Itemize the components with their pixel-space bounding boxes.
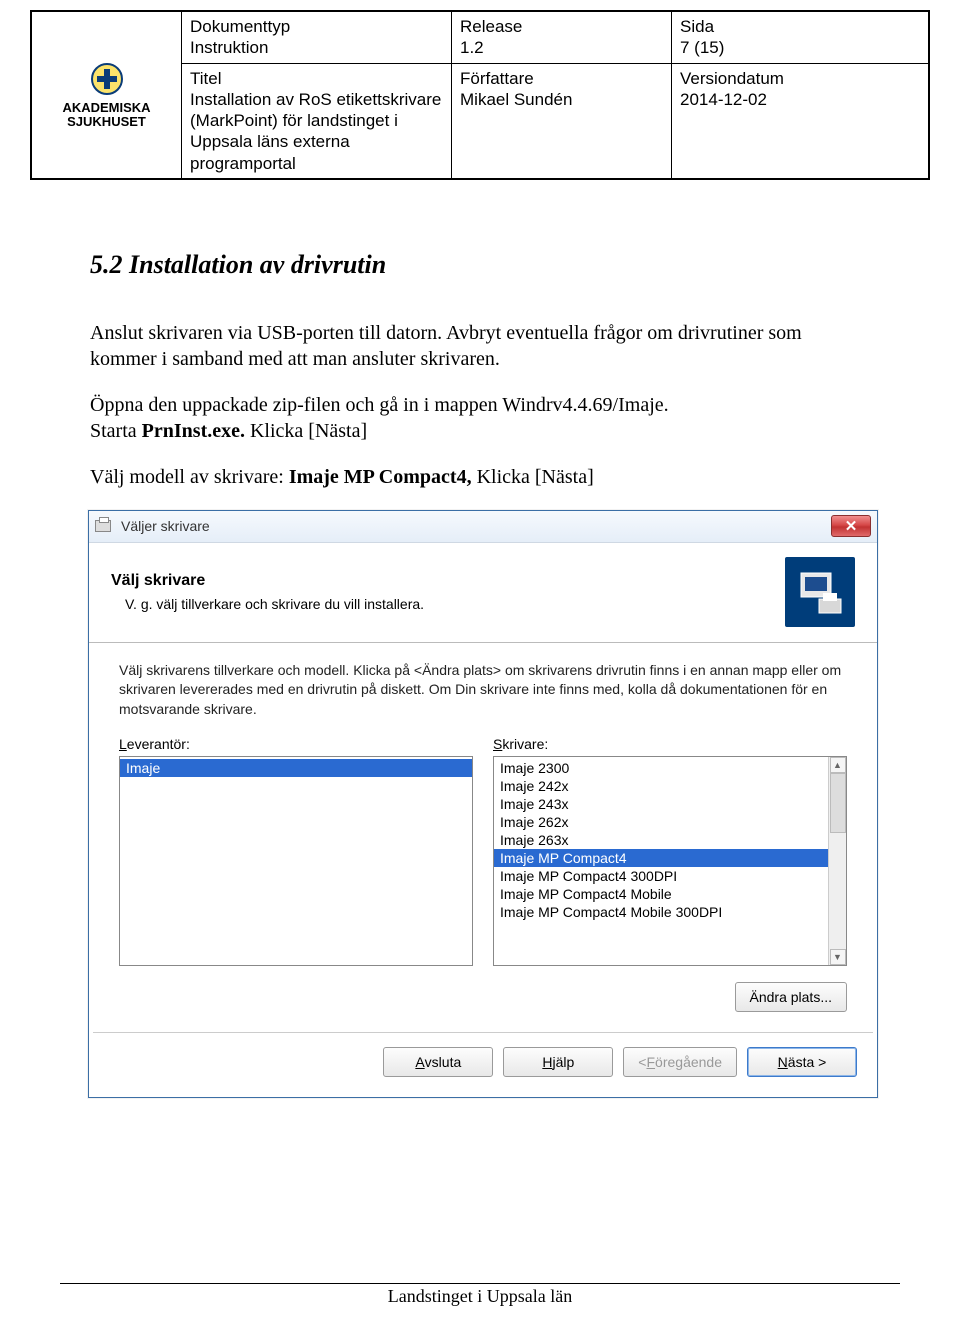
logo-line1: AKADEMISKA (62, 101, 150, 115)
close-button[interactable]: ✕ (831, 515, 871, 537)
release-label: Release (460, 16, 663, 37)
title-label: Titel (190, 68, 443, 89)
paragraph-2: Öppna den uppackade zip-filen och gå in … (90, 392, 870, 444)
change-location-button[interactable]: Ändra plats... (735, 982, 848, 1012)
paragraph-1: Anslut skrivaren via USB-porten till dat… (90, 320, 870, 372)
previous-button: < Föregående (623, 1047, 737, 1077)
printer-listbox[interactable]: Imaje 2300Imaje 242xImaje 243xImaje 262x… (493, 756, 847, 966)
title-value: Installation av RoS etikettskrivare (Mar… (190, 89, 443, 174)
printer-list-item[interactable]: Imaje MP Compact4 (494, 849, 828, 867)
printer-list-item[interactable]: Imaje 242x (494, 777, 828, 795)
dialog-title: Väljer skrivare (117, 518, 831, 534)
hospital-logo: AKADEMISKA SJUKHUSET (62, 61, 150, 130)
versiondate-cell: Versiondatum 2014-12-02 (672, 64, 928, 178)
page-label: Sida (680, 16, 920, 37)
dialog-titlebar[interactable]: Väljer skrivare ✕ (89, 511, 877, 543)
doctype-label: Dokumenttyp (190, 16, 443, 37)
doctype-value: Instruktion (190, 37, 443, 58)
banner-subtitle: V. g. välj tillverkare och skrivare du v… (125, 596, 785, 612)
author-label: Författare (460, 68, 663, 89)
printer-scrollbar[interactable]: ▲ ▼ (828, 757, 846, 965)
para2-post: Klicka [Nästa] (245, 420, 367, 442)
printer-list-item[interactable]: Imaje 263x (494, 831, 828, 849)
section-num: 5.2 (90, 250, 123, 279)
para3-bold: Imaje MP Compact4, (289, 466, 472, 488)
next-button[interactable]: Nästa > (747, 1047, 857, 1077)
page-footer: Landstinget i Uppsala län (60, 1283, 900, 1307)
vendor-label: Leverantör: (119, 736, 473, 752)
scroll-down-icon[interactable]: ▼ (830, 949, 846, 965)
computer-printer-icon (785, 557, 855, 627)
dialog-instructions: Välj skrivarens tillverkare och modell. … (89, 643, 877, 730)
section-heading: 5.2 Installation av drivrutin (90, 250, 930, 280)
printer-list-item[interactable]: Imaje MP Compact4 Mobile 300DPI (494, 903, 828, 921)
printer-list-item[interactable]: Imaje 262x (494, 813, 828, 831)
para2-bold: PrnInst.exe. (142, 420, 245, 442)
printer-wizard-dialog: Väljer skrivare ✕ Välj skrivare V. g. vä… (88, 510, 878, 1098)
section-title-text: Installation av drivrutin (129, 250, 386, 279)
para3-pre: Välj modell av skrivare: (90, 466, 289, 488)
scroll-up-icon[interactable]: ▲ (830, 757, 846, 773)
release-cell: Release 1.2 (452, 12, 672, 63)
author-cell: Författare Mikael Sundén (452, 64, 672, 178)
page-value: 7 (15) (680, 37, 920, 58)
printer-list-item[interactable]: Imaje MP Compact4 300DPI (494, 867, 828, 885)
vendor-list-item[interactable]: Imaje (120, 759, 472, 777)
versiondate-value: 2014-12-02 (680, 89, 920, 110)
dialog-banner: Välj skrivare V. g. välj tillverkare och… (89, 543, 877, 643)
versiondate-label: Versiondatum (680, 68, 920, 89)
vendor-listbox[interactable]: Imaje (119, 756, 473, 966)
page-cell: Sida 7 (15) (672, 12, 928, 63)
close-icon: ✕ (845, 517, 858, 535)
help-button[interactable]: Hjälp (503, 1047, 613, 1077)
paragraph-3: Välj modell av skrivare: Imaje MP Compac… (90, 464, 870, 490)
author-value: Mikael Sundén (460, 89, 663, 110)
printer-label: Skrivare: (493, 736, 847, 752)
banner-title: Välj skrivare (111, 572, 785, 590)
logo-cell: AKADEMISKA SJUKHUSET (32, 12, 182, 178)
exit-button[interactable]: Avsluta (383, 1047, 493, 1077)
printer-list-item[interactable]: Imaje MP Compact4 Mobile (494, 885, 828, 903)
title-cell: Titel Installation av RoS etikettskrivar… (182, 64, 452, 178)
para3-post: Klicka [Nästa] (472, 466, 594, 488)
release-value: 1.2 (460, 37, 663, 58)
scroll-thumb[interactable] (830, 773, 846, 833)
doc-header: AKADEMISKA SJUKHUSET Dokumenttyp Instruk… (30, 10, 930, 180)
printer-icon (95, 520, 111, 532)
printer-list-item[interactable]: Imaje 243x (494, 795, 828, 813)
printer-list-item[interactable]: Imaje 2300 (494, 759, 828, 777)
logo-line2: SJUKHUSET (62, 115, 150, 129)
cross-shield-icon (89, 61, 125, 97)
doctype-cell: Dokumenttyp Instruktion (182, 12, 452, 63)
